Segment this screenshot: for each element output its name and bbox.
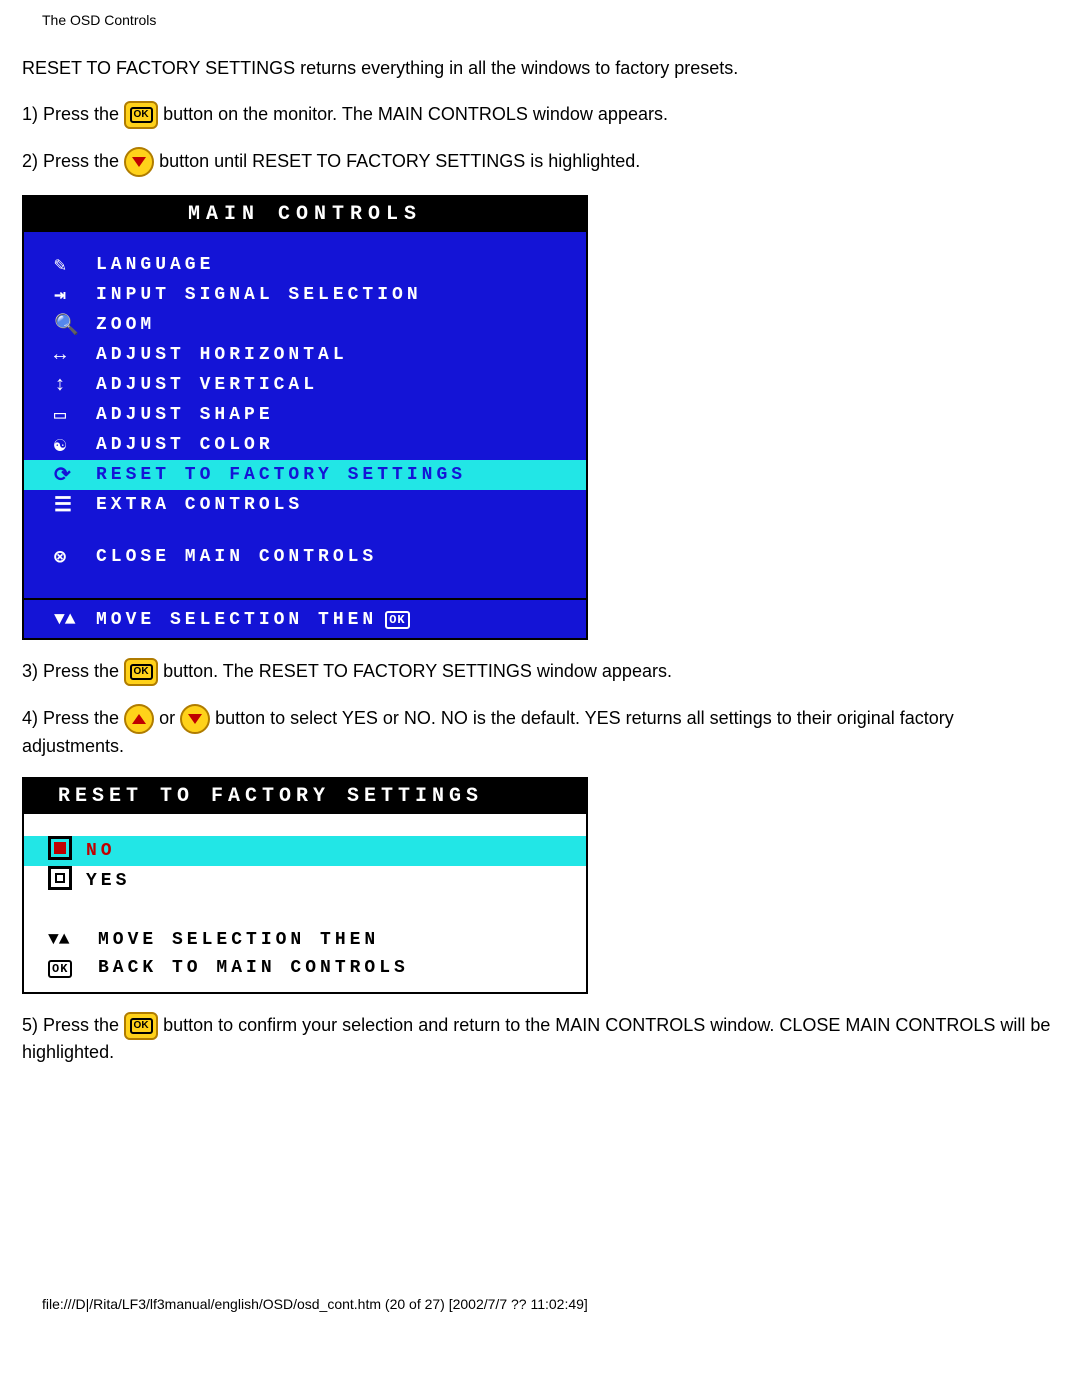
step-2-text-a: 2) Press the bbox=[22, 151, 124, 171]
step-4-text-a: 4) Press the bbox=[22, 708, 124, 728]
step-4-text-b: or bbox=[159, 708, 180, 728]
step-5: 5) Press the button to confirm your sele… bbox=[22, 1012, 1058, 1065]
extra-icon: ☰ bbox=[54, 492, 96, 518]
step-3: 3) Press the button. The RESET TO FACTOR… bbox=[22, 658, 1058, 686]
horizontal-icon: ↔ bbox=[54, 344, 96, 367]
step-5-text-a: 5) Press the bbox=[22, 1015, 124, 1035]
reset-icon: ⟳ bbox=[54, 462, 96, 488]
ok-button-icon bbox=[124, 1012, 158, 1040]
osd2-option-highlighted: NO bbox=[24, 836, 586, 866]
shape-icon: ▭ bbox=[54, 402, 96, 428]
updown-icon: ▼▲ bbox=[48, 930, 98, 950]
step-1: 1) Press the button on the monitor. The … bbox=[22, 101, 1058, 129]
ok-button-icon bbox=[124, 101, 158, 129]
updown-icon: ▼▲ bbox=[54, 610, 96, 630]
intro-paragraph: RESET TO FACTORY SETTINGS returns everyt… bbox=[22, 56, 1058, 81]
input-signal-icon: ⇥ bbox=[54, 282, 96, 308]
down-button-icon bbox=[124, 147, 154, 177]
osd-body: ✎LANGUAGE ⇥INPUT SIGNAL SELECTION 🔍ZOOM … bbox=[24, 232, 586, 598]
step-2: 2) Press the button until RESET TO FACTO… bbox=[22, 147, 1058, 177]
osd-item: 🔍ZOOM bbox=[24, 310, 586, 340]
step-1-text-b: button on the monitor. The MAIN CONTROLS… bbox=[163, 104, 668, 124]
ok-glyph: OK bbox=[385, 611, 409, 629]
language-icon: ✎ bbox=[54, 252, 96, 278]
osd-item: ↔ADJUST HORIZONTAL bbox=[24, 340, 586, 370]
up-button-icon bbox=[124, 704, 154, 734]
ok-button-icon bbox=[124, 658, 158, 686]
osd-item: ✎LANGUAGE bbox=[24, 250, 586, 280]
close-icon: ⊗ bbox=[54, 544, 96, 570]
osd-item: ↕ADJUST VERTICAL bbox=[24, 370, 586, 400]
step-2-text-b: button until RESET TO FACTORY SETTINGS i… bbox=[159, 151, 640, 171]
osd-close: ⊗CLOSE MAIN CONTROLS bbox=[24, 542, 586, 572]
step-4: 4) Press the or button to select YES or … bbox=[22, 704, 1058, 759]
step-5-text-b: button to confirm your selection and ret… bbox=[22, 1015, 1050, 1062]
osd-main-controls: MAIN CONTROLS ✎LANGUAGE ⇥INPUT SIGNAL SE… bbox=[22, 195, 588, 640]
color-icon: ☯ bbox=[54, 432, 96, 458]
vertical-icon: ↕ bbox=[54, 374, 96, 397]
osd-footer: ▼▲ MOVE SELECTION THEN OK bbox=[24, 598, 586, 638]
osd-title: MAIN CONTROLS bbox=[24, 197, 586, 232]
osd-item: ☰EXTRA CONTROLS bbox=[24, 490, 586, 520]
down-button-icon bbox=[180, 704, 210, 734]
ok-glyph: OK bbox=[48, 958, 98, 978]
osd-item: ☯ADJUST COLOR bbox=[24, 430, 586, 460]
step-1-text-a: 1) Press the bbox=[22, 104, 124, 124]
osd-reset-dialog: RESET TO FACTORY SETTINGS NO YES ▼▲ MOVE… bbox=[22, 777, 588, 994]
footer-file-path: file:///D|/Rita/LF3/lf3manual/english/OS… bbox=[42, 1296, 1058, 1312]
osd2-footer: ▼▲ MOVE SELECTION THEN OK BACK TO MAIN C… bbox=[24, 918, 586, 992]
page-header: The OSD Controls bbox=[42, 12, 1058, 28]
osd2-title: RESET TO FACTORY SETTINGS bbox=[24, 779, 586, 814]
osd2-option: YES bbox=[24, 866, 586, 896]
radio-unselected-icon bbox=[48, 866, 86, 896]
step-3-text-a: 3) Press the bbox=[22, 661, 124, 681]
osd-item: ▭ADJUST SHAPE bbox=[24, 400, 586, 430]
radio-selected-icon bbox=[48, 836, 86, 866]
osd-item: ⇥INPUT SIGNAL SELECTION bbox=[24, 280, 586, 310]
osd-item-highlighted: ⟳RESET TO FACTORY SETTINGS bbox=[24, 460, 586, 490]
zoom-icon: 🔍 bbox=[54, 312, 96, 338]
step-3-text-b: button. The RESET TO FACTORY SETTINGS wi… bbox=[163, 661, 672, 681]
